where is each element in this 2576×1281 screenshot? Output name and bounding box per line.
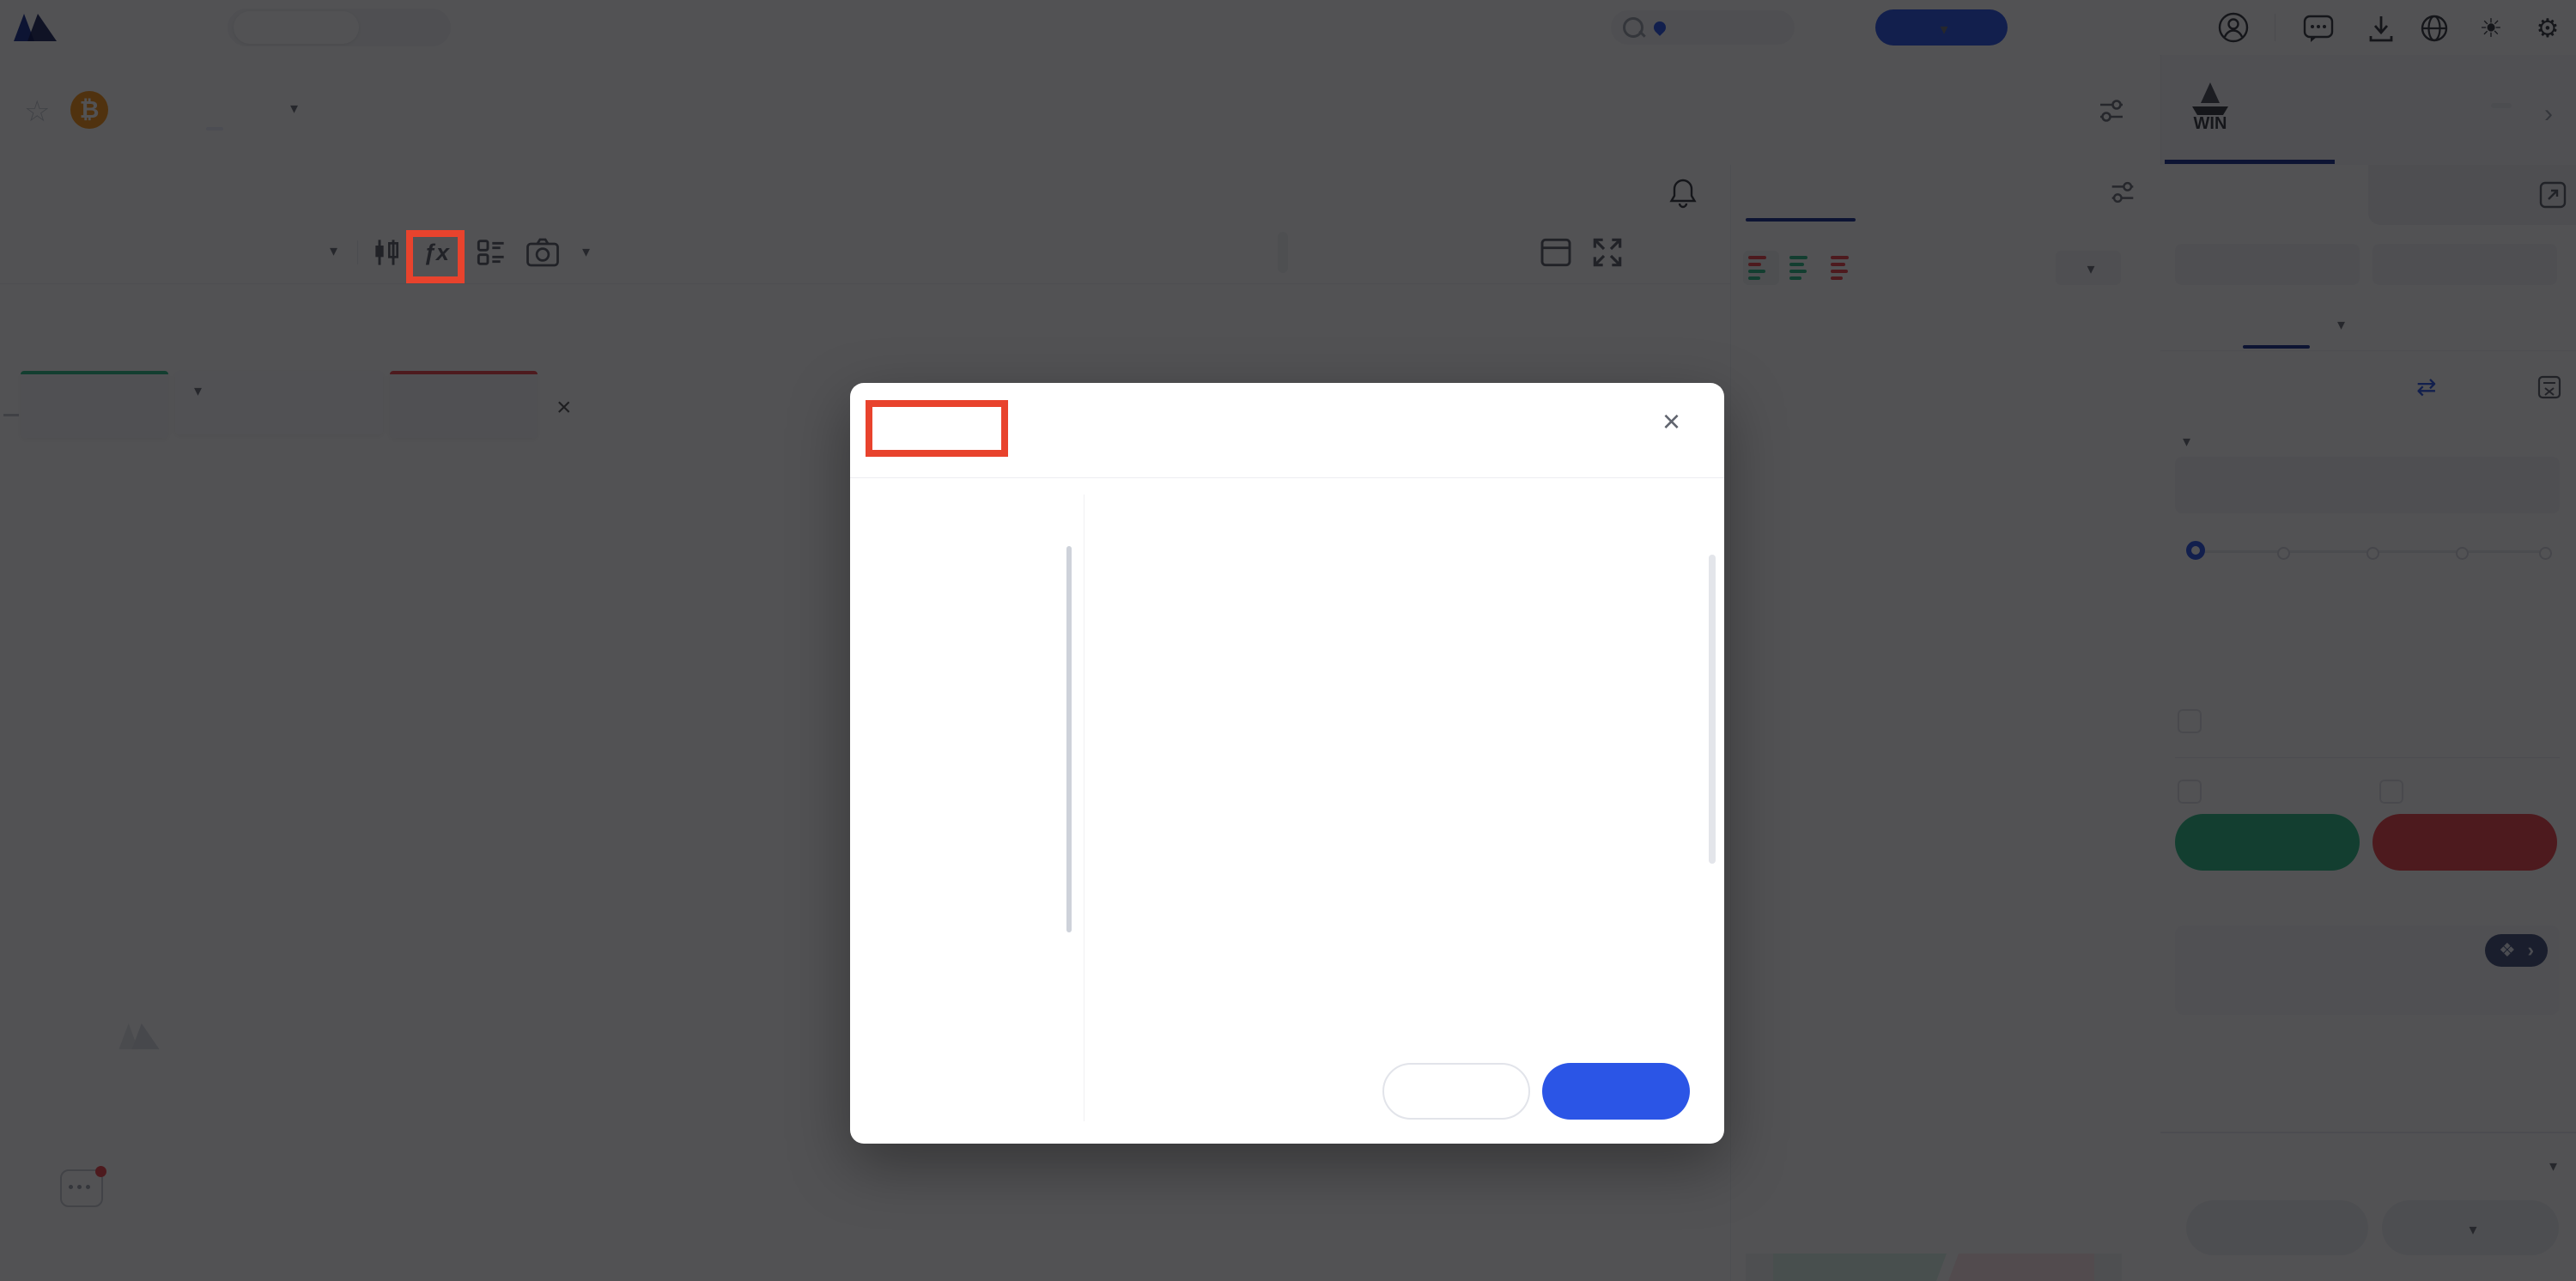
indicators-modal: ×: [850, 383, 1724, 1144]
modal-scrollbar[interactable]: [1709, 555, 1716, 864]
modal-header-divider: [850, 477, 1724, 478]
mexc-futures-app: ☀ ⚙ ☆ ₿ WIN ›: [0, 0, 2576, 1281]
confirm-button[interactable]: [1542, 1063, 1690, 1120]
modal-close-icon[interactable]: ×: [1662, 404, 1680, 440]
annotation-box-indicators-title: [866, 400, 1008, 457]
modal-list-scrollbar[interactable]: [1066, 546, 1072, 932]
annotation-box-fx-icon: [406, 230, 465, 283]
reset-button[interactable]: [1382, 1063, 1530, 1120]
